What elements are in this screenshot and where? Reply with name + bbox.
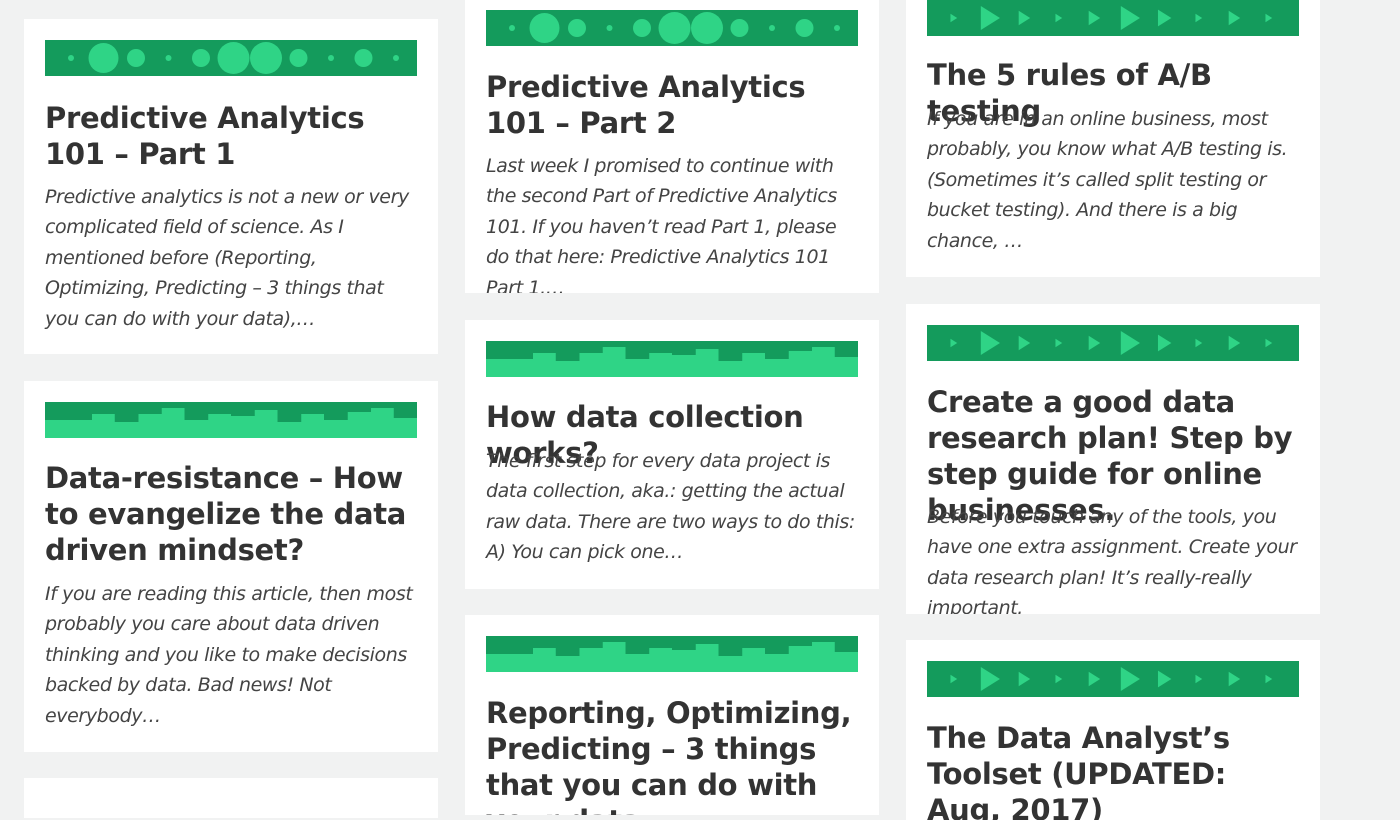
- post-card[interactable]: Reporting, Optimizing, Predicting – 3 th…: [465, 615, 879, 815]
- post-excerpt: The first step for every data project is…: [486, 450, 855, 564]
- post-excerpt: If you are in an online business, most p…: [927, 108, 1288, 252]
- post-card[interactable]: Predictive Analytics 101 – Part 2 Last w…: [465, 0, 879, 293]
- circle-pattern-banner: [45, 40, 417, 76]
- post-excerpt: Predictive analytics is not a new or ver…: [45, 186, 409, 330]
- post-title[interactable]: Data-resistance – How to evangelize the …: [45, 460, 420, 568]
- steps-pattern-banner: [45, 402, 417, 438]
- arrow-pattern-banner: [927, 0, 1299, 36]
- post-title[interactable]: The Data Analyst’s Toolset (UPDATED: Aug…: [927, 720, 1302, 820]
- post-excerpt: Last week I promised to continue with th…: [486, 155, 837, 293]
- post-card[interactable]: The Data Analyst’s Toolset (UPDATED: Aug…: [906, 640, 1320, 820]
- circle-pattern-banner: [486, 10, 858, 46]
- arrow-pattern-banner: [927, 661, 1299, 697]
- post-card[interactable]: How data collection works? The first ste…: [465, 320, 879, 589]
- post-title[interactable]: Predictive Analytics 101 – Part 1: [45, 100, 420, 172]
- post-title[interactable]: Predictive Analytics 101 – Part 2: [486, 69, 861, 141]
- steps-pattern-banner: [486, 341, 858, 377]
- post-card[interactable]: Predictive Analytics 101 – Part 1 Predic…: [24, 19, 438, 354]
- arrow-pattern-banner: [927, 325, 1299, 361]
- post-card[interactable]: Create a good data research plan! Step b…: [906, 304, 1320, 614]
- post-card[interactable]: The 5 rules of A/B testing If you are in…: [906, 0, 1320, 277]
- post-excerpt: If you are reading this article, then mo…: [45, 583, 413, 727]
- steps-pattern-banner: [486, 636, 858, 672]
- post-excerpt: Before you touch any of the tools, you h…: [927, 506, 1297, 614]
- post-card[interactable]: [24, 778, 438, 818]
- post-card[interactable]: Data-resistance – How to evangelize the …: [24, 381, 438, 752]
- post-title[interactable]: Reporting, Optimizing, Predicting – 3 th…: [486, 695, 861, 815]
